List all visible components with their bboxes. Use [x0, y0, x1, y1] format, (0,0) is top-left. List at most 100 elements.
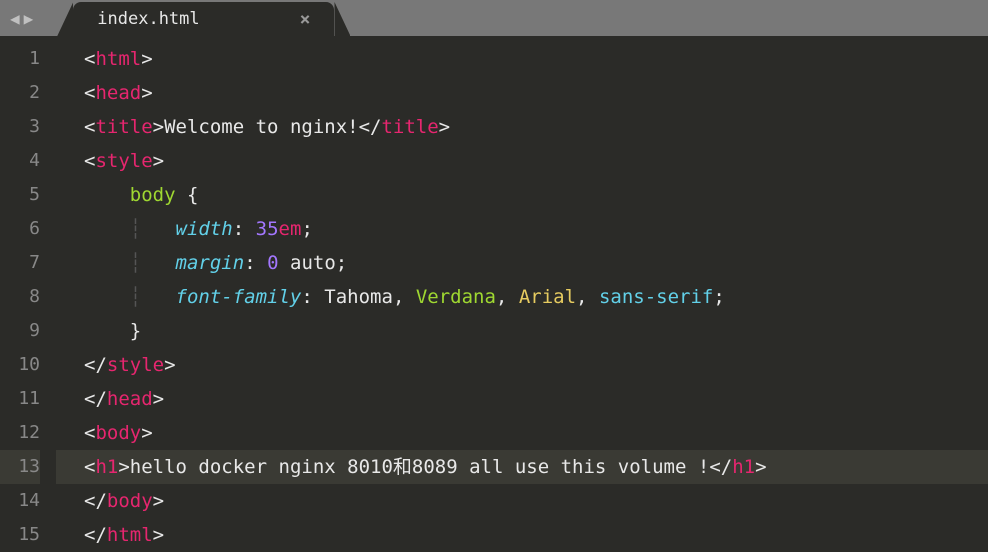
- line-number: 7: [0, 246, 40, 280]
- code-line[interactable]: ┆ width: 35em;: [56, 212, 988, 246]
- title-bar: ◀ ▶ index.html ×: [0, 0, 988, 36]
- code-token: [587, 286, 598, 308]
- code-token: >: [153, 388, 164, 410]
- code-token: style: [107, 354, 164, 376]
- back-arrow-icon[interactable]: ◀: [8, 9, 22, 28]
- code-line[interactable]: <h1>hello docker nginx 8010和8089 all use…: [56, 450, 988, 484]
- code-token: font-family: [176, 286, 302, 308]
- code-token: </: [84, 354, 107, 376]
- tab-filename: index.html: [97, 9, 199, 29]
- code-token: >: [153, 490, 164, 512]
- code-token: </: [84, 388, 107, 410]
- code-token: em: [279, 218, 302, 240]
- code-token: ;: [713, 286, 724, 308]
- code-token: >: [439, 116, 450, 138]
- line-number: 13: [0, 450, 40, 484]
- code-token: ┆: [130, 218, 141, 240]
- code-token: [244, 218, 255, 240]
- code-token: body: [107, 490, 153, 512]
- code-token: ┆: [130, 252, 141, 274]
- code-token: hello docker nginx 8010和8089 all use thi…: [130, 456, 710, 478]
- code-token: body: [130, 184, 176, 206]
- code-line[interactable]: <head>: [56, 76, 988, 110]
- code-token: Tahoma: [324, 286, 393, 308]
- code-token: Arial: [519, 286, 576, 308]
- code-token: head: [95, 82, 141, 104]
- code-token: :: [233, 218, 244, 240]
- code-token: :: [244, 252, 255, 274]
- line-number: 12: [0, 416, 40, 450]
- line-number: 2: [0, 76, 40, 110]
- code-token: [176, 184, 187, 206]
- code-line[interactable]: ┆ font-family: Tahoma, Verdana, Arial, s…: [56, 280, 988, 314]
- code-token: <: [84, 82, 95, 104]
- code-token: >: [153, 116, 164, 138]
- code-token: html: [95, 48, 141, 70]
- code-area[interactable]: <html><head><title>Welcome to nginx!</ti…: [56, 42, 988, 552]
- line-number: 1: [0, 42, 40, 76]
- line-number: 15: [0, 518, 40, 552]
- code-token: <: [84, 116, 95, 138]
- line-number: 3: [0, 110, 40, 144]
- code-token: margin: [176, 252, 245, 274]
- code-token: [507, 286, 518, 308]
- code-token: >: [153, 524, 164, 546]
- close-icon[interactable]: ×: [300, 9, 311, 30]
- code-line[interactable]: <title>Welcome to nginx!</title>: [56, 110, 988, 144]
- forward-arrow-icon[interactable]: ▶: [22, 9, 36, 28]
- code-token: </: [359, 116, 382, 138]
- code-token: >: [118, 456, 129, 478]
- code-token: >: [164, 354, 175, 376]
- code-token: Welcome to nginx!: [164, 116, 358, 138]
- code-token: ,: [576, 286, 587, 308]
- code-token: auto: [290, 252, 336, 274]
- line-number: 5: [0, 178, 40, 212]
- code-line[interactable]: <style>: [56, 144, 988, 178]
- code-line[interactable]: body {: [56, 178, 988, 212]
- editor: 123456789101112131415 <html><head><title…: [0, 36, 988, 552]
- code-token: [84, 320, 130, 342]
- code-line[interactable]: </head>: [56, 382, 988, 416]
- code-token: ,: [496, 286, 507, 308]
- code-token: {: [187, 184, 198, 206]
- code-token: ;: [301, 218, 312, 240]
- code-token: 35: [256, 218, 279, 240]
- code-token: [84, 184, 130, 206]
- code-token: body: [95, 422, 141, 444]
- line-number: 10: [0, 348, 40, 382]
- code-token: </: [84, 524, 107, 546]
- code-token: <: [84, 150, 95, 172]
- code-token: >: [141, 48, 152, 70]
- tab-index-html[interactable]: index.html ×: [73, 2, 334, 36]
- line-number: 14: [0, 484, 40, 518]
- code-token: ;: [336, 252, 347, 274]
- line-number: 6: [0, 212, 40, 246]
- code-token: html: [107, 524, 153, 546]
- code-token: >: [141, 82, 152, 104]
- code-line[interactable]: </style>: [56, 348, 988, 382]
- code-line[interactable]: </body>: [56, 484, 988, 518]
- code-line[interactable]: }: [56, 314, 988, 348]
- code-token: <: [84, 456, 95, 478]
- code-token: style: [95, 150, 152, 172]
- gutter: 123456789101112131415: [0, 42, 56, 552]
- code-token: [84, 218, 130, 240]
- code-token: [279, 252, 290, 274]
- line-number: 4: [0, 144, 40, 178]
- code-token: [313, 286, 324, 308]
- code-line[interactable]: <html>: [56, 42, 988, 76]
- code-line[interactable]: ┆ margin: 0 auto;: [56, 246, 988, 280]
- code-line[interactable]: <body>: [56, 416, 988, 450]
- code-token: [141, 286, 175, 308]
- code-token: [141, 218, 175, 240]
- code-token: h1: [732, 456, 755, 478]
- code-token: [84, 286, 130, 308]
- code-token: title: [381, 116, 438, 138]
- code-line[interactable]: </html>: [56, 518, 988, 552]
- code-token: width: [176, 218, 233, 240]
- code-token: [84, 252, 130, 274]
- code-token: >: [153, 150, 164, 172]
- code-token: <: [84, 48, 95, 70]
- code-token: ┆: [130, 286, 141, 308]
- code-token: >: [755, 456, 766, 478]
